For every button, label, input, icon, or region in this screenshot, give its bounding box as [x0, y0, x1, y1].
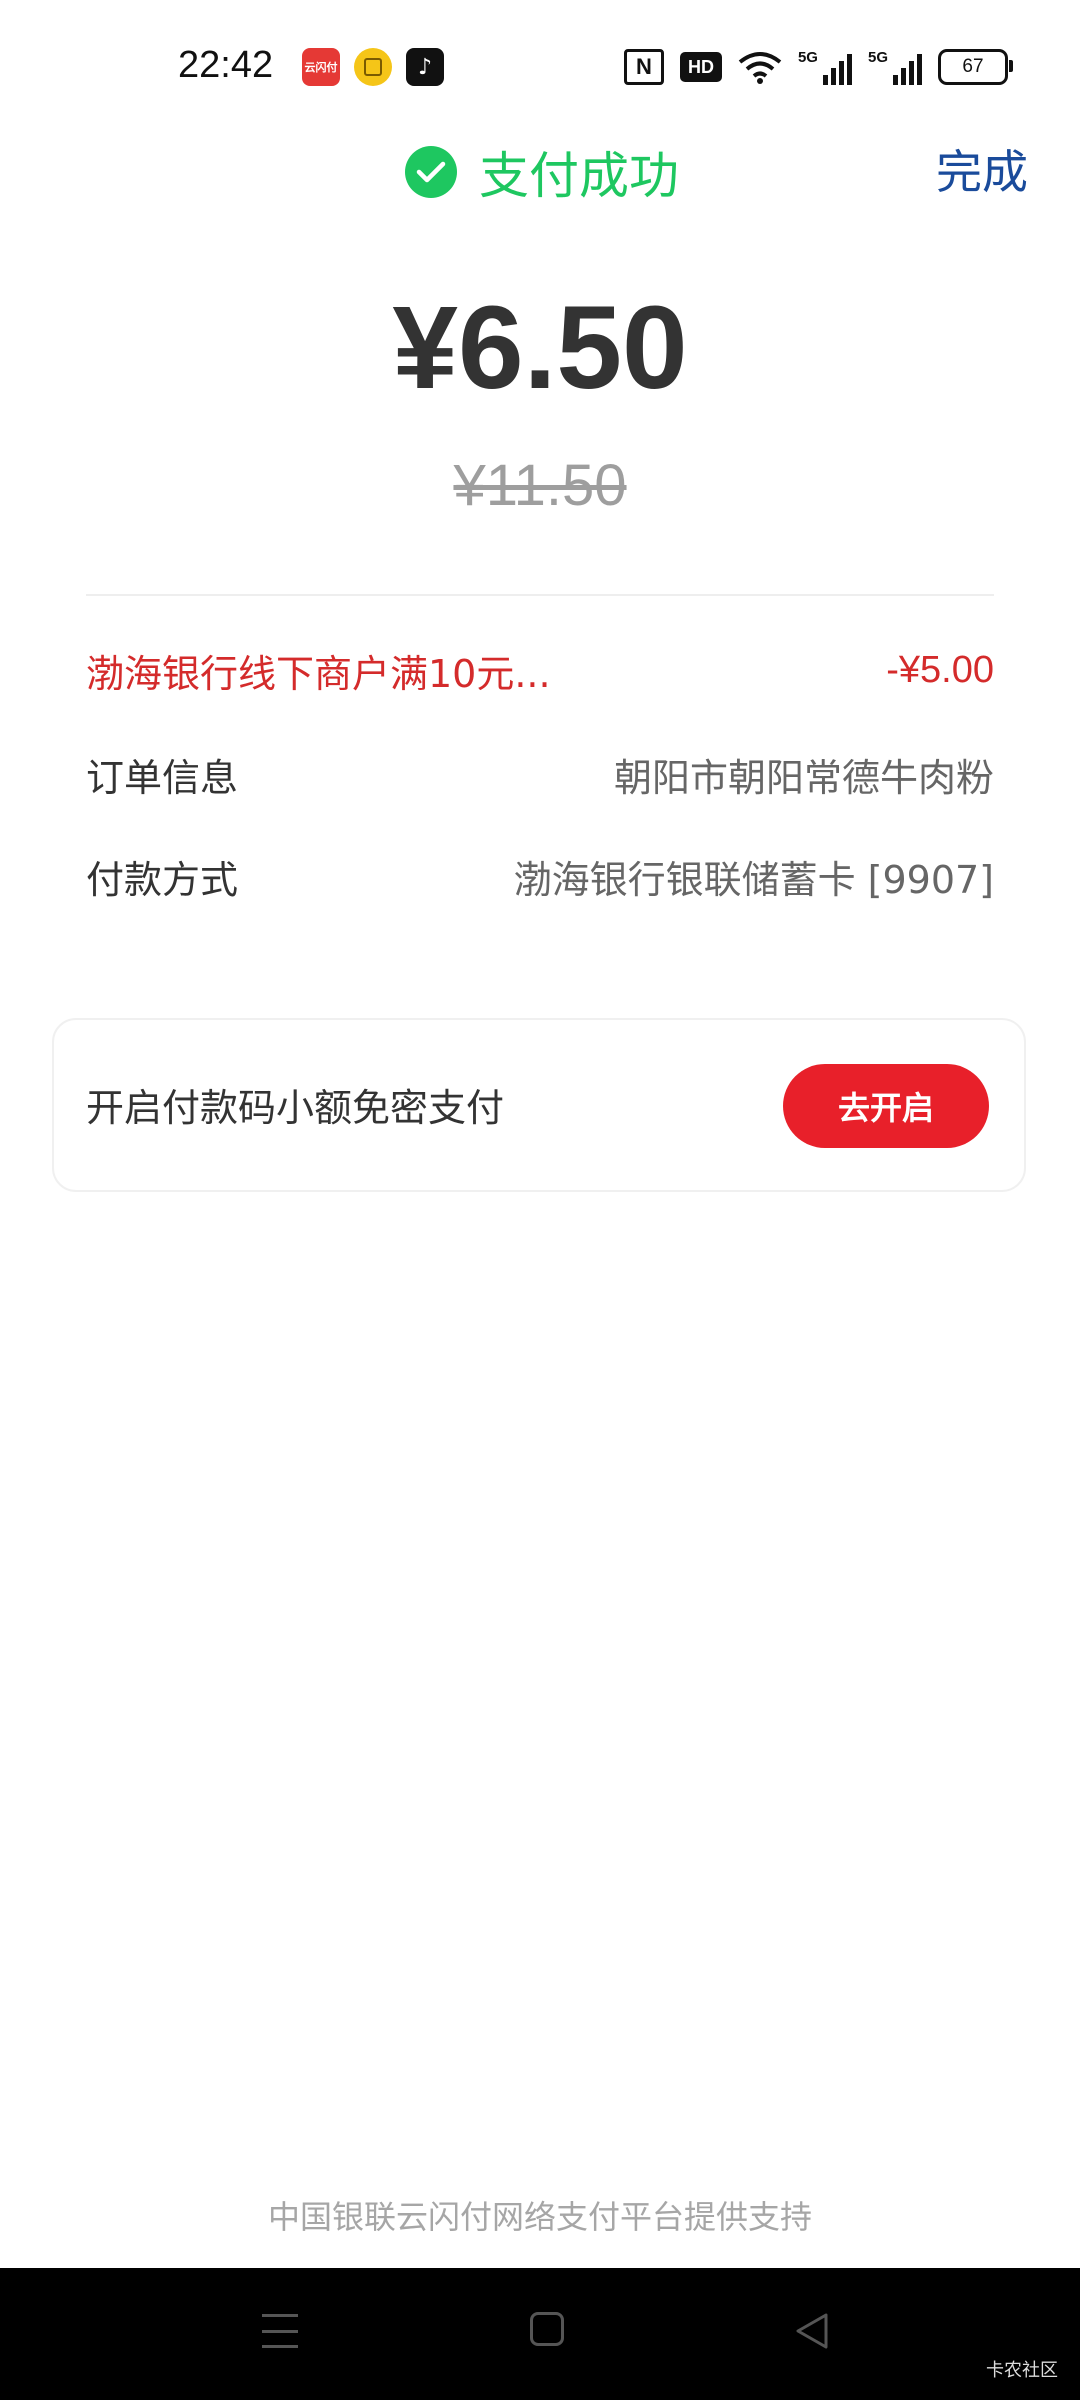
- status-title: 支付成功: [479, 147, 679, 205]
- order-info-row: 订单信息 朝阳市朝阳常德牛肉粉: [86, 744, 994, 804]
- divider: [86, 594, 994, 596]
- payment-status: 支付成功: [405, 140, 679, 205]
- promo-text: 开启付款码小额免密支付: [86, 1086, 505, 1130]
- watermark: 卡农社区: [986, 2360, 1058, 2381]
- done-button[interactable]: 完成: [936, 136, 1028, 202]
- yellow-app-icon: [354, 48, 392, 86]
- discount-row[interactable]: 渤海银行线下商户满10元... -¥5.00: [86, 640, 994, 700]
- hd-voice-icon: HD: [679, 52, 722, 82]
- original-amount: ¥11.50: [453, 453, 627, 518]
- order-info-value: 朝阳市朝阳常德牛肉粉: [613, 755, 994, 800]
- payment-method-value: 渤海银行银联储蓄卡 [9907]: [513, 857, 994, 902]
- nfc-icon: N: [623, 49, 664, 85]
- discount-value: -¥5.00: [886, 648, 994, 691]
- payment-method-label: 付款方式: [86, 857, 239, 902]
- order-info-label: 订单信息: [86, 755, 239, 800]
- tiktok-icon: ♪: [406, 48, 444, 86]
- battery-icon: 67: [938, 49, 1013, 85]
- discount-label: 渤海银行线下商户满10元...: [86, 651, 551, 696]
- payment-method-row: 付款方式 渤海银行银联储蓄卡 [9907]: [86, 846, 994, 906]
- footer-support-text: 中国银联云闪付网络支付平台提供支持: [267, 2198, 812, 2236]
- 5g-signal-icon: 5G: [868, 49, 922, 85]
- home-icon[interactable]: [530, 2312, 564, 2346]
- cloud-quickpass-icon: 云闪付: [302, 48, 340, 86]
- paid-amount: ¥6.50: [392, 282, 688, 414]
- system-status-icons: N HD 5G 5G 67: [623, 46, 1013, 88]
- check-circle-icon: [405, 146, 457, 198]
- status-time: 22:42: [178, 44, 274, 86]
- wifi-icon: [738, 49, 782, 85]
- enable-button[interactable]: 去开启: [783, 1064, 989, 1148]
- 5g-signal-icon: 5G: [798, 49, 852, 85]
- menu-icon[interactable]: [262, 2314, 298, 2348]
